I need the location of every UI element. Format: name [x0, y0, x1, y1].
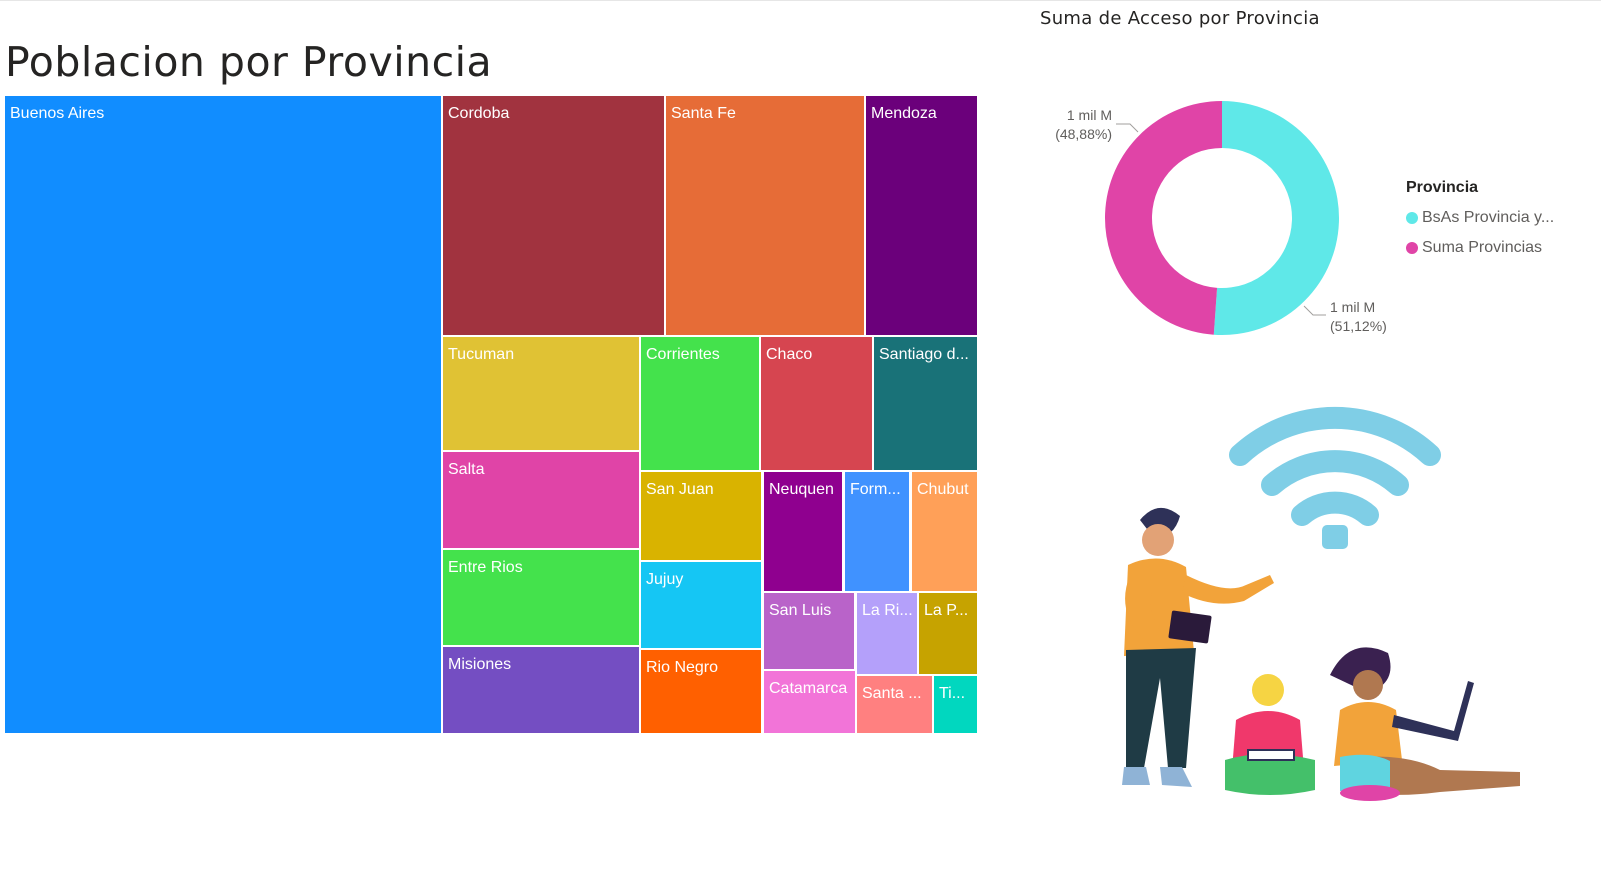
sitting-girl: [1330, 647, 1520, 801]
legend-label-bsas: BsAs Provincia y...: [1422, 209, 1555, 226]
donut-leader-line-1: [1116, 123, 1139, 133]
legend-dot-bsas: [1406, 212, 1418, 224]
treemap-label-entre-rios: Entre Rios: [448, 559, 523, 576]
treemap-label-santa: Santa ...: [862, 685, 922, 702]
treemap-label-neuquen: Neuquen: [769, 481, 834, 498]
legend-title: Provincia: [1406, 179, 1479, 196]
donut-data-label-value-0: 1 mil M: [1330, 299, 1375, 315]
treemap-label-la-ri: La Ri...: [862, 602, 913, 619]
treemap-label-misiones: Misiones: [448, 656, 511, 673]
wifi-icon: [1229, 406, 1441, 526]
treemap-label-chubut: Chubut: [917, 481, 969, 498]
legend-dot-suma: [1406, 242, 1418, 254]
donut-slice-0[interactable]: [1213, 101, 1339, 335]
donut-leader-line-0: [1303, 305, 1326, 316]
wifi-dot: [1322, 525, 1348, 549]
treemap-label-ti: Ti...: [939, 685, 965, 702]
donut-data-label-percent-1: (48,88%): [1055, 126, 1112, 142]
legend-label-suma: Suma Provincias: [1422, 239, 1543, 256]
treemap-label-san-luis: San Luis: [769, 602, 831, 619]
donut-slice-1[interactable]: [1104, 101, 1222, 335]
legend-item-suma[interactable]: Suma Provincias: [1406, 233, 1554, 263]
treemap-label-jujuy: Jujuy: [646, 571, 683, 588]
donut-data-label-percent-0: (51,12%): [1330, 318, 1387, 334]
donut-data-label-value-1: 1 mil M: [1067, 107, 1112, 123]
treemap-label-la-p: La P...: [924, 602, 968, 619]
treemap-label-rio-negro: Rio Negro: [646, 659, 718, 676]
treemap-label-salta: Salta: [448, 461, 485, 478]
sitting-boy: [1225, 674, 1315, 795]
treemap-label-catamarca: Catamarca: [769, 680, 847, 697]
wifi-people-illustration: [1122, 406, 1520, 801]
treemap-label-san-juan: San Juan: [646, 481, 714, 498]
donut-chart: 1 mil M (51,12%) 1 mil M (48,88%): [1055, 101, 1387, 335]
legend-item-bsas[interactable]: BsAs Provincia y...: [1406, 203, 1554, 233]
donut-legend: Provincia BsAs Provincia y... Suma Provi…: [1406, 179, 1554, 263]
treemap-label-form: Form...: [850, 481, 901, 498]
